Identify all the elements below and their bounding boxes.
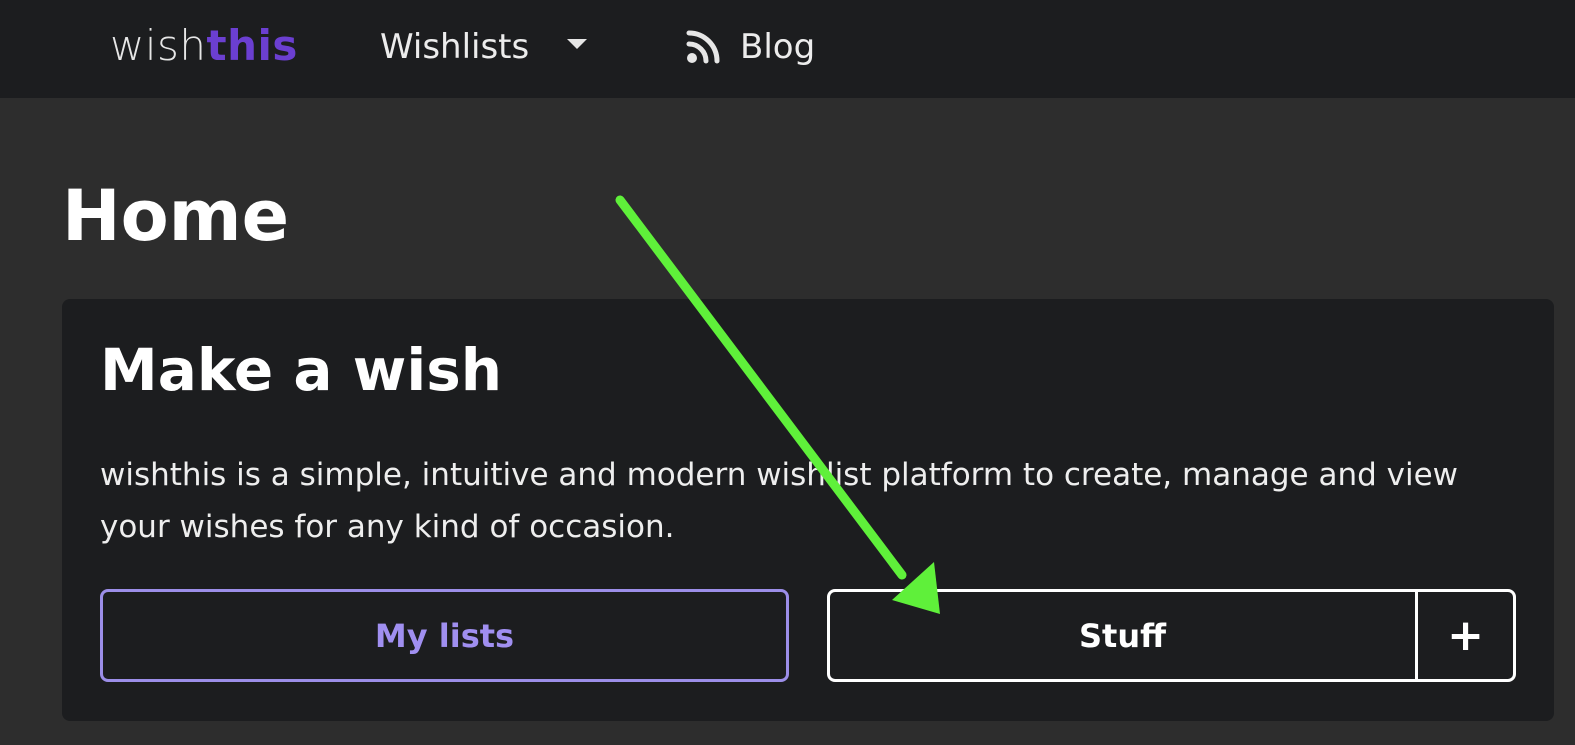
chevron-down-icon (567, 39, 588, 49)
card-title: Make a wish (100, 336, 503, 404)
nav-wishlists-dropdown[interactable]: Wishlists (380, 24, 588, 70)
site-logo[interactable]: wishthis (110, 18, 298, 74)
make-a-wish-card: Make a wish wishthis is a simple, intuit… (62, 299, 1554, 721)
wishlist-button-group: Stuff + (827, 589, 1516, 682)
logo-text-wish: wish (110, 21, 207, 70)
nav-blog-link[interactable]: Blog (686, 24, 815, 70)
logo-text-this: this (206, 21, 298, 70)
nav-blog-label: Blog (740, 27, 816, 67)
add-wishlist-button[interactable]: + (1415, 592, 1513, 679)
page-title: Home (62, 175, 290, 257)
top-navigation-bar: wishthis Wishlists Blog (0, 0, 1575, 98)
wishlist-stuff-button[interactable]: Stuff (830, 592, 1415, 679)
nav-wishlists-label: Wishlists (380, 27, 530, 67)
card-description: wishthis is a simple, intuitive and mode… (100, 457, 1459, 545)
rss-icon (686, 30, 720, 64)
my-lists-button[interactable]: My lists (100, 589, 789, 682)
plus-icon: + (1447, 610, 1484, 661)
